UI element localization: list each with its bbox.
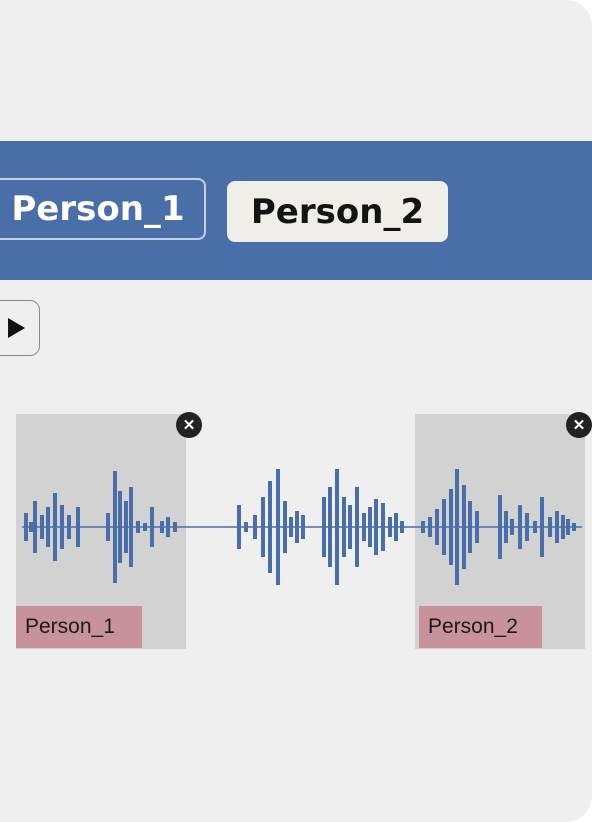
waveform-bar: [237, 505, 241, 549]
waveform-bar: [540, 497, 544, 557]
waveform-bar: [572, 523, 576, 531]
waveform-bar: [40, 515, 44, 539]
waveform-bar: [504, 511, 508, 543]
waveform-bar: [400, 521, 404, 533]
waveform-bar: [46, 507, 50, 547]
waveform-bar: [289, 517, 293, 537]
waveform-bar: [118, 491, 122, 563]
waveform-bar: [33, 501, 37, 553]
waveform-bar: [533, 521, 537, 533]
waveform-bar: [328, 487, 332, 567]
waveform-bar: [475, 511, 479, 543]
waveform-bar: [106, 513, 110, 541]
waveform-bar: [268, 481, 272, 573]
waveform-bar: [29, 522, 33, 532]
waveform-bar: [143, 523, 147, 531]
waveform-bar: [442, 499, 446, 555]
segment-label-person-1: Person_1: [16, 606, 142, 648]
waveform-bar: [136, 521, 140, 533]
waveform-bar: [261, 497, 265, 557]
waveform-bar: [374, 499, 378, 555]
waveform-bar: [368, 507, 372, 547]
waveform-bar: [435, 509, 439, 545]
waveform-bar: [468, 501, 472, 553]
segment-label-person-2: Person_2: [419, 606, 542, 648]
waveform-bar: [113, 471, 117, 583]
waveform-bar: [525, 513, 529, 541]
waveform-bar: [60, 505, 64, 549]
waveform-bar: [566, 519, 570, 535]
waveform-bar: [322, 497, 326, 557]
waveform-bar: [173, 522, 177, 532]
waveform-bar: [76, 507, 80, 547]
waveform-bar: [129, 487, 133, 567]
waveform-bar: [498, 495, 502, 559]
close-icon[interactable]: ✕: [566, 412, 592, 438]
waveform-bar: [455, 469, 459, 585]
waveform-bar: [362, 513, 366, 541]
waveform-bar: [555, 511, 559, 543]
waveform-bar: [421, 521, 425, 533]
waveform-bar: [160, 521, 164, 533]
waveform-bar: [518, 505, 522, 549]
waveform-bar: [428, 517, 432, 537]
waveform-bar: [67, 515, 71, 539]
waveform-bar: [388, 517, 392, 537]
waveform-bar: [166, 517, 170, 537]
waveform-bar: [253, 515, 257, 539]
app-card: Person_1 Person_2 Person_1 Person_2 ✕ ✕: [0, 0, 592, 822]
waveform-bar: [244, 522, 248, 532]
waveform-bar: [335, 469, 339, 585]
waveform-bar: [462, 485, 466, 569]
waveform-bar: [449, 489, 453, 565]
waveform-bar: [53, 493, 57, 561]
waveform-bar: [150, 507, 154, 547]
waveform-bar: [394, 513, 398, 541]
waveform-bar: [342, 497, 346, 557]
waveform-bar: [276, 469, 280, 585]
waveform-bar: [24, 513, 28, 541]
waveform-bar: [283, 501, 287, 553]
waveform-bar: [301, 515, 305, 539]
audio-waveform: [22, 469, 582, 585]
waveform-bar: [381, 503, 385, 551]
waveform-bar: [124, 501, 128, 553]
waveform-bar: [355, 487, 359, 567]
waveform-bar: [548, 517, 552, 537]
waveform-bar: [510, 519, 514, 535]
waveform-bar: [295, 511, 299, 543]
waveform-bar: [561, 515, 565, 539]
waveform-bar: [348, 505, 352, 549]
close-icon[interactable]: ✕: [176, 412, 202, 438]
